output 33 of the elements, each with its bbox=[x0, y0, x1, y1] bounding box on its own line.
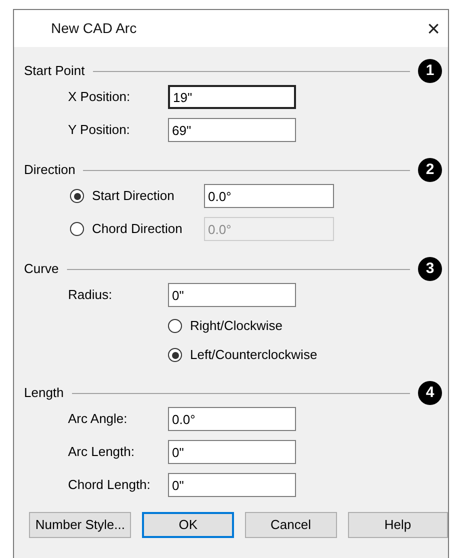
number-badge: 2 bbox=[418, 158, 442, 182]
field-label: X Position: bbox=[68, 88, 132, 106]
radio-label[interactable]: Start Direction bbox=[92, 186, 204, 206]
input-field[interactable]: 0" bbox=[168, 283, 296, 307]
input-field[interactable]: 69" bbox=[168, 118, 296, 142]
number-badge: 4 bbox=[418, 381, 442, 405]
section-title: Curve bbox=[24, 260, 59, 278]
field-label: Chord Length: bbox=[68, 476, 152, 494]
field-label: Radius: bbox=[68, 286, 114, 304]
section-title: Start Point bbox=[24, 62, 85, 80]
section-title: Length bbox=[24, 384, 64, 402]
radio-label[interactable]: Left/Counterclockwise bbox=[190, 345, 318, 365]
input-field[interactable]: 0.0° bbox=[204, 184, 334, 208]
number-badge: 3 bbox=[418, 257, 442, 281]
field-label: Arc Length: bbox=[68, 443, 136, 462]
input-field[interactable]: 19" bbox=[168, 85, 296, 109]
field-label: Y Position: bbox=[68, 121, 131, 140]
field-label: Arc Angle: bbox=[68, 410, 128, 428]
window-title: New CAD Arc bbox=[51, 19, 137, 38]
section-title: Direction bbox=[24, 161, 76, 180]
close-button[interactable]: × bbox=[423, 18, 444, 40]
input-field[interactable]: 0.0° bbox=[168, 407, 296, 431]
dialog-button[interactable]: Help bbox=[348, 512, 448, 538]
radio-button[interactable] bbox=[168, 348, 182, 362]
dialog-button[interactable]: Cancel bbox=[245, 512, 337, 538]
dialog-button[interactable]: Number Style... bbox=[29, 512, 132, 538]
radio-button[interactable] bbox=[168, 319, 182, 333]
number-badge: 1 bbox=[418, 59, 442, 83]
dialog-button[interactable]: OK bbox=[142, 512, 234, 538]
input-field[interactable]: 0" bbox=[168, 473, 296, 497]
radio-label[interactable]: Right/Clockwise bbox=[190, 316, 282, 336]
radio-button[interactable] bbox=[70, 189, 84, 203]
input-field[interactable]: 0" bbox=[168, 440, 296, 464]
